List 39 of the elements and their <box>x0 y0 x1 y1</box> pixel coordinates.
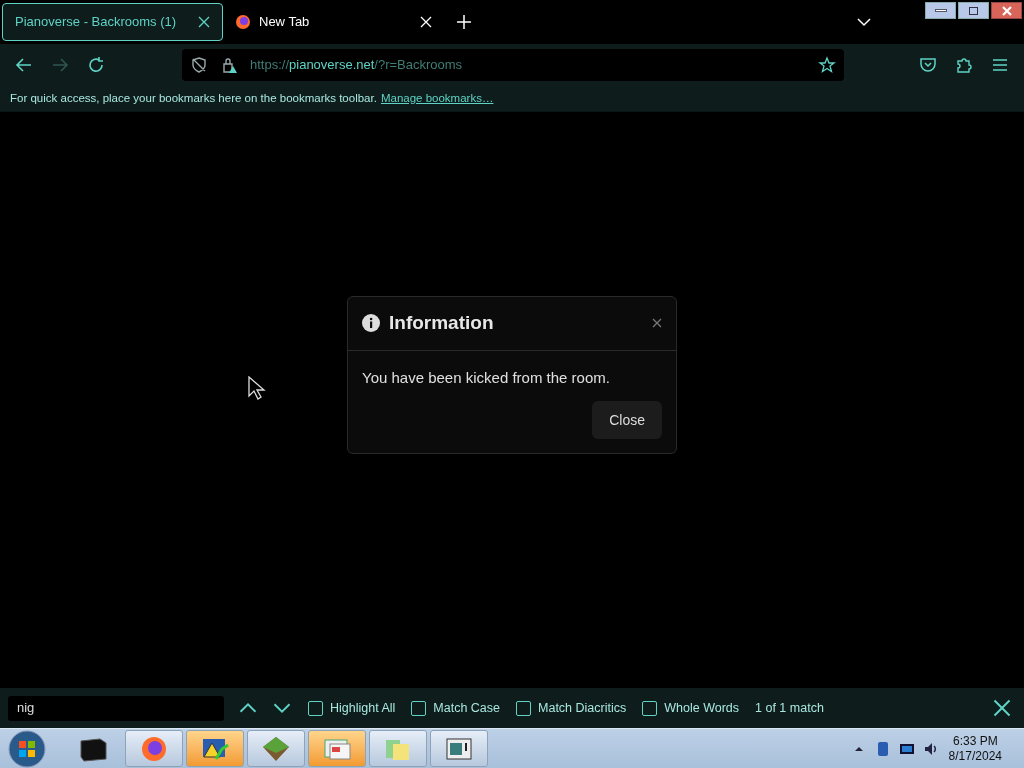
address-bar[interactable]: https://pianoverse.net/?r=Backrooms <box>182 49 844 81</box>
shield-icon <box>190 56 208 74</box>
restore-button[interactable] <box>958 2 989 19</box>
find-option-checkbox[interactable]: Highlight All <box>308 698 396 718</box>
start-button[interactable] <box>8 729 46 768</box>
manage-bookmarks-link[interactable]: Manage bookmarks… <box>380 89 494 108</box>
info-icon <box>362 314 380 333</box>
clock-date: 8/17/2024 <box>948 748 1002 764</box>
pocket-icon[interactable] <box>918 55 938 75</box>
puzzle-icon[interactable] <box>954 55 974 75</box>
find-option-checkbox[interactable]: Match Diacritics <box>516 698 627 718</box>
cube-icon <box>261 734 291 763</box>
browser-tab[interactable]: Pianoverse - Backrooms (1) <box>2 3 223 41</box>
close-icon <box>1000 5 1013 16</box>
match-count: 1 of 1 match <box>755 699 824 717</box>
taskbar-app[interactable] <box>247 730 305 767</box>
bookmarks-hint: For quick access, place your bookmarks here on the bookmarks toolbar. <box>10 90 377 106</box>
dialog-message: You have been kicked from the room. <box>362 367 611 388</box>
cursor-icon <box>248 376 266 400</box>
find-option-checkbox[interactable]: Match Case <box>411 698 501 718</box>
tab-title: New Tab <box>259 13 311 32</box>
browser-tab[interactable]: New Tab <box>223 3 444 41</box>
close-icon[interactable] <box>992 698 1012 718</box>
close-icon[interactable] <box>198 16 210 28</box>
star-icon[interactable] <box>818 56 836 74</box>
reload-icon[interactable] <box>86 55 106 75</box>
clock-time: 6:33 PM <box>952 733 998 749</box>
minimize-button[interactable] <box>925 2 956 19</box>
tab-title: Pianoverse - Backrooms (1) <box>15 13 178 32</box>
close-window-button[interactable] <box>991 2 1022 19</box>
firefox-icon <box>140 734 168 763</box>
url-text: https://pianoverse.net/?r=Backrooms <box>250 56 463 75</box>
new-tab-icon[interactable] <box>456 14 472 30</box>
dialog-title: Information <box>389 311 494 335</box>
lock-warning-icon <box>220 56 238 74</box>
close-button[interactable]: Close <box>592 401 662 440</box>
find-option-checkbox[interactable]: Whole Words <box>642 698 740 718</box>
find-field[interactable]: nig <box>8 695 224 721</box>
tray-arrow-icon[interactable] <box>854 744 863 753</box>
